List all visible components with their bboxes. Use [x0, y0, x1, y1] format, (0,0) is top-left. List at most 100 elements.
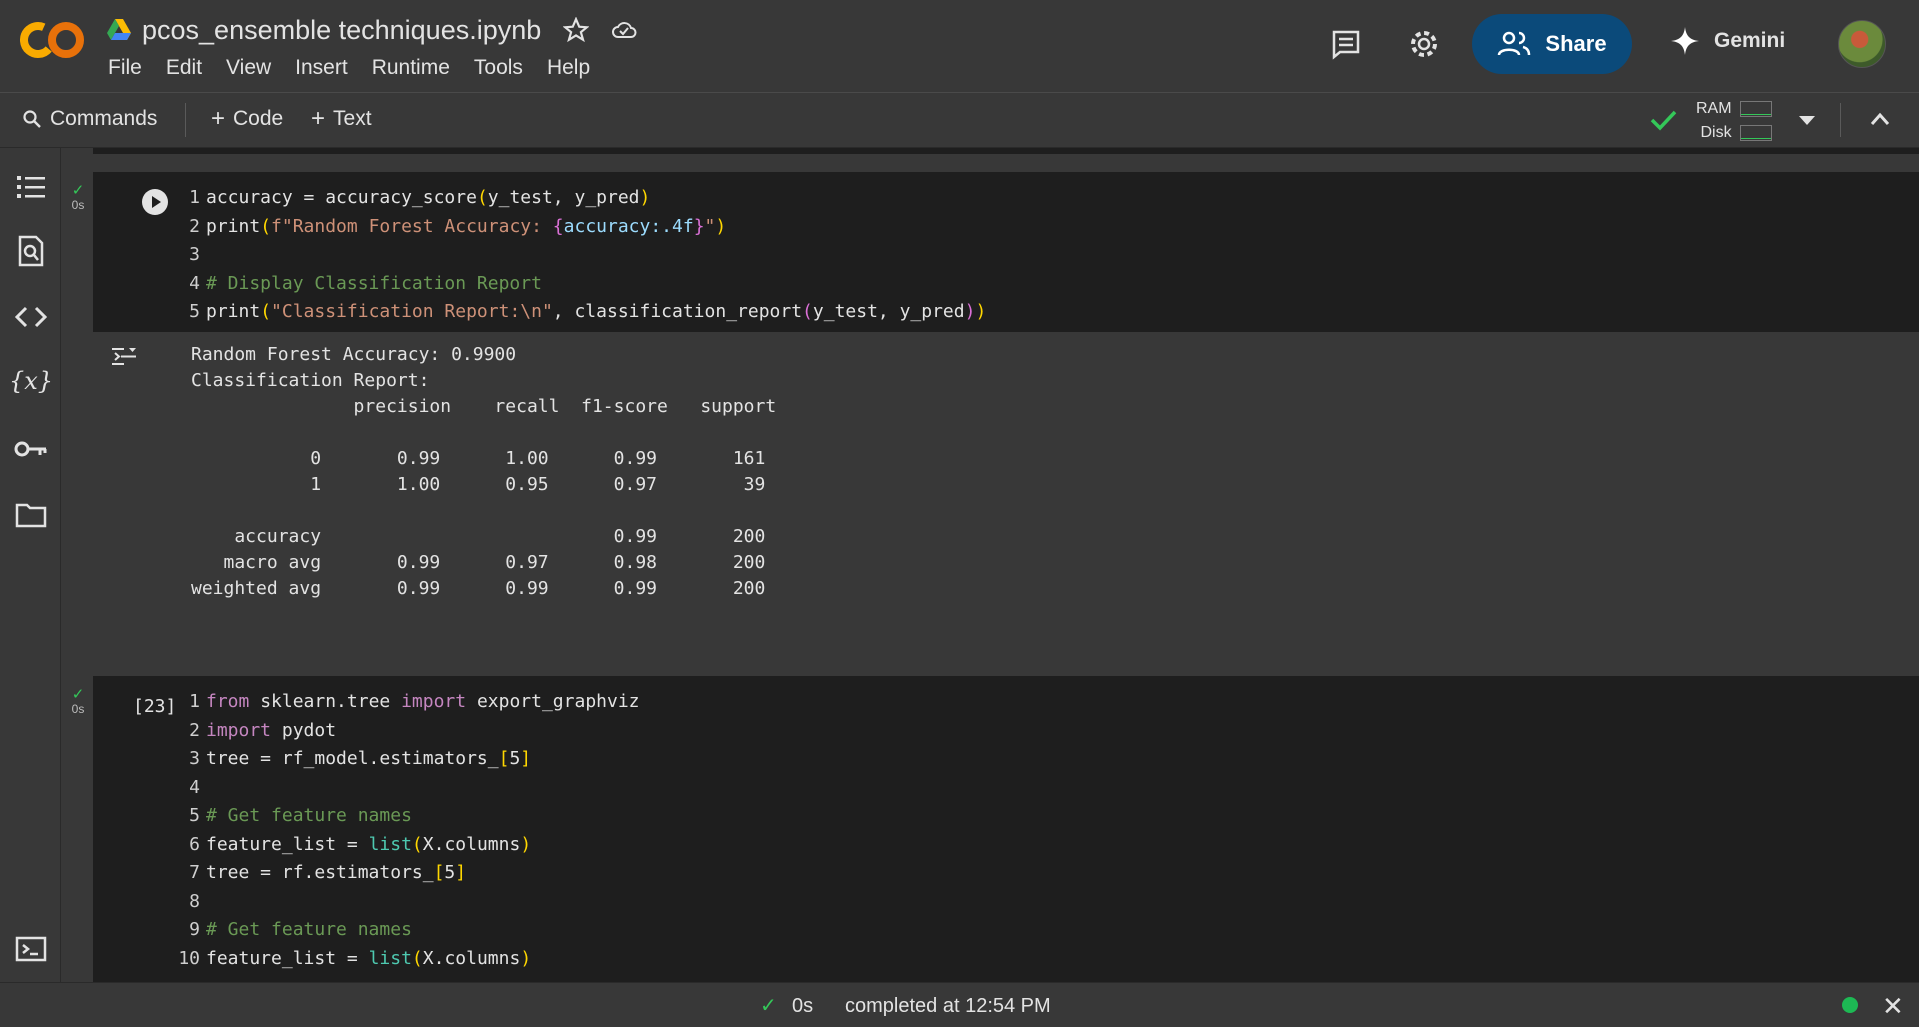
- code-cell[interactable]: 1 accuracy = accuracy_score(y_test, y_pre…: [93, 172, 1919, 332]
- ram-label: RAM: [1696, 100, 1732, 117]
- code-editor[interactable]: 1 accuracy = accuracy_score(y_test, y_pre…: [168, 184, 986, 327]
- code-text: # Get feature names: [206, 919, 412, 940]
- line-number: 3: [189, 748, 200, 769]
- chevron-up-icon[interactable]: [1868, 109, 1892, 129]
- code-line[interactable]: 6 feature_list = list(X.columns): [168, 831, 640, 860]
- status-completed-text[interactable]: completed at 12:54 PM: [845, 995, 1051, 1018]
- output-options-icon[interactable]: [109, 342, 139, 372]
- google-drive-icon[interactable]: [106, 18, 132, 42]
- code-text: feature_list = list(X.columns): [206, 833, 532, 855]
- code-text: # Get feature names: [206, 805, 412, 826]
- code-line[interactable]: 5 # Get feature names: [168, 802, 640, 831]
- avatar[interactable]: [1838, 20, 1886, 68]
- left-sidebar: {x}: [0, 148, 61, 982]
- code-line[interactable]: 10 feature_list = list(X.columns): [168, 945, 640, 974]
- commands-button[interactable]: Commands: [22, 107, 157, 131]
- line-number: 10: [178, 947, 200, 969]
- code-line[interactable]: 1 accuracy = accuracy_score(y_test, y_pre…: [168, 184, 986, 213]
- share-label: Share: [1545, 31, 1607, 56]
- code-text: accuracy = accuracy_score(y_test, y_pred…: [206, 187, 651, 208]
- code-line[interactable]: 8: [168, 888, 640, 917]
- add-text-button[interactable]: + Text: [311, 107, 372, 131]
- code-snippets-icon[interactable]: [14, 300, 48, 334]
- folder-icon[interactable]: [14, 498, 48, 532]
- resource-monitor[interactable]: RAM Disk: [1696, 97, 1772, 145]
- plus-icon: +: [311, 105, 326, 132]
- check-icon: ✓: [760, 995, 777, 1017]
- find-replace-icon[interactable]: [14, 234, 48, 268]
- cell-exec-time: 0s: [71, 702, 85, 716]
- menu-file[interactable]: File: [108, 56, 142, 80]
- terminal-icon[interactable]: [14, 932, 48, 966]
- cell-status: ✓ 0s: [67, 182, 89, 212]
- previous-cell-edge: [93, 148, 1919, 154]
- code-text: tree = rf.estimators_[5]: [206, 862, 467, 883]
- status-dot-icon: [1842, 997, 1858, 1013]
- code-text: feature_list = list(X.columns): [206, 947, 532, 969]
- menu-tools[interactable]: Tools: [474, 56, 523, 80]
- menu-edit[interactable]: Edit: [166, 56, 202, 80]
- colab-logo[interactable]: [20, 18, 86, 62]
- menu-runtime[interactable]: Runtime: [372, 56, 450, 80]
- add-text-label: Text: [333, 107, 372, 130]
- code-editor[interactable]: 1 from sklearn.tree import export_graphvi…: [168, 688, 640, 974]
- code-line[interactable]: 5 print("Classification Report:\n", class…: [168, 298, 986, 327]
- code-line[interactable]: 7 tree = rf.estimators_[5]: [168, 859, 640, 888]
- add-code-button[interactable]: + Code: [211, 107, 283, 131]
- cloud-saved-icon[interactable]: [611, 17, 637, 43]
- line-number: 4: [189, 272, 200, 294]
- line-number: 1: [189, 691, 200, 712]
- check-icon: ✓: [71, 686, 85, 703]
- code-line[interactable]: 4: [168, 774, 640, 803]
- share-button[interactable]: Share: [1472, 14, 1632, 74]
- commands-label: Commands: [50, 107, 158, 130]
- line-number: 2: [189, 719, 200, 741]
- code-line[interactable]: 2 import pydot: [168, 717, 640, 746]
- code-text: import pydot: [206, 719, 337, 741]
- close-icon[interactable]: ✕: [1882, 991, 1904, 1022]
- code-text: from sklearn.tree import export_graphviz: [206, 691, 640, 712]
- gemini-button[interactable]: Gemini: [1670, 26, 1785, 56]
- line-number: 4: [189, 776, 200, 798]
- line-number: 8: [189, 890, 200, 912]
- table-of-contents-icon[interactable]: [14, 170, 48, 204]
- code-text: print("Classification Report:\n", classi…: [206, 301, 987, 322]
- line-number: 5: [189, 301, 200, 322]
- plus-icon: +: [211, 105, 226, 132]
- key-icon[interactable]: [14, 432, 48, 466]
- line-number: 1: [189, 187, 200, 208]
- menu-view[interactable]: View: [226, 56, 271, 80]
- connected-check-icon[interactable]: [1648, 105, 1678, 135]
- line-number: 9: [189, 919, 200, 940]
- menu-insert[interactable]: Insert: [295, 56, 348, 80]
- cell-exec-time: 0s: [71, 198, 85, 212]
- code-line[interactable]: 2 print(f"Random Forest Accuracy: {accura…: [168, 213, 986, 242]
- line-number: 3: [189, 244, 200, 265]
- code-cell[interactable]: [23] 1 from sklearn.tree import export_gr…: [93, 676, 1919, 982]
- line-number: 6: [189, 833, 200, 855]
- status-exec-time: 0s: [792, 995, 814, 1017]
- code-line[interactable]: 9 # Get feature names: [168, 916, 640, 945]
- code-line[interactable]: 1 from sklearn.tree import export_graphvi…: [168, 688, 640, 717]
- cell-status: ✓ 0s: [67, 686, 89, 716]
- line-number: 5: [189, 805, 200, 826]
- chevron-down-icon[interactable]: [1796, 113, 1818, 127]
- line-number: 2: [189, 215, 200, 237]
- toolbar-divider: [185, 103, 186, 137]
- notebook-title[interactable]: pcos_ensemble techniques.ipynb: [142, 15, 541, 46]
- gemini-sparkle-icon: [1671, 27, 1699, 55]
- notebook-area: ✓ 0s 1 accuracy = accuracy_score(y_test, …: [61, 148, 1919, 982]
- run-cell-button[interactable]: [141, 188, 169, 216]
- code-line[interactable]: 4 # Display Classification Report: [168, 270, 986, 299]
- menu-help[interactable]: Help: [547, 56, 590, 80]
- code-line[interactable]: 3 tree = rf_model.estimators_[5]: [168, 745, 640, 774]
- code-line[interactable]: 3: [168, 241, 986, 270]
- header: pcos_ensemble techniques.ipynb File Edit…: [0, 0, 1919, 93]
- gear-icon[interactable]: [1408, 28, 1440, 60]
- menu-bar: File Edit View Insert Runtime Tools Help: [108, 56, 614, 80]
- star-icon[interactable]: [563, 17, 590, 43]
- gemini-label: Gemini: [1714, 29, 1786, 52]
- check-icon: ✓: [71, 182, 85, 199]
- comment-icon[interactable]: [1330, 28, 1362, 60]
- variables-icon[interactable]: {x}: [9, 364, 53, 398]
